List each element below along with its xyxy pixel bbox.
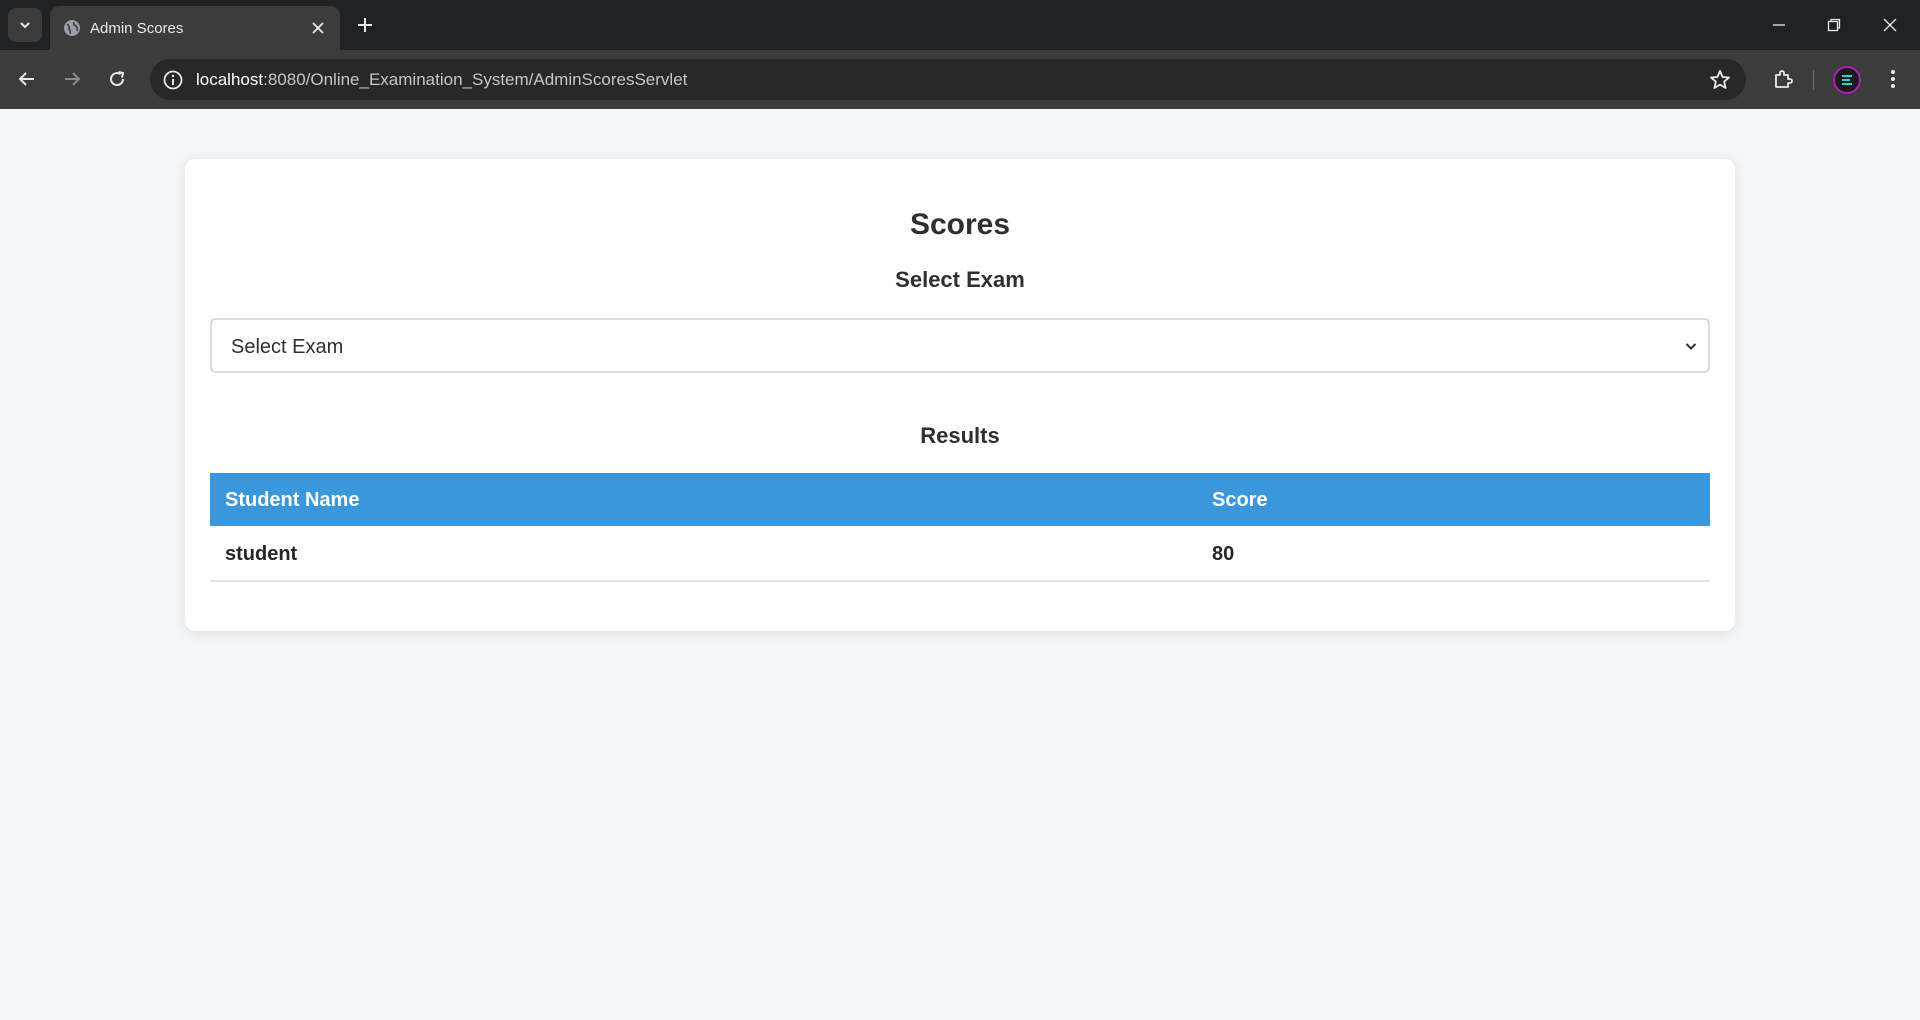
student-name-cell: student	[225, 543, 298, 565]
scores-card: Scores Select Exam Select Exam Results S…	[185, 159, 1735, 631]
close-window-button[interactable]	[1862, 0, 1918, 50]
close-icon	[1883, 18, 1897, 32]
results-heading: Results	[920, 423, 1000, 448]
new-tab-button[interactable]	[352, 12, 378, 38]
profile-icon	[1842, 75, 1852, 85]
profile-avatar[interactable]	[1833, 66, 1861, 94]
reload-icon	[110, 71, 125, 87]
chevron-down-icon	[1685, 343, 1697, 350]
close-tab-button[interactable]	[308, 18, 328, 38]
browser-tab[interactable]: Admin Scores	[50, 6, 340, 50]
close-icon	[312, 22, 324, 34]
results-table: Student Name Score student 80	[210, 473, 1710, 582]
restore-button[interactable]	[1806, 0, 1862, 50]
exam-select-value: Select Exam	[231, 336, 344, 358]
more-vertical-icon	[1891, 70, 1895, 88]
table-header: Student Name Score	[210, 473, 1710, 526]
puzzle-icon	[1775, 70, 1793, 88]
arrow-right-icon	[65, 72, 81, 86]
column-header-student-name: Student Name	[225, 489, 360, 511]
exam-select[interactable]: Select Exam	[210, 318, 1710, 373]
select-exam-heading: Select Exam	[895, 267, 1025, 292]
extensions-button[interactable]	[1768, 64, 1798, 94]
globe-icon	[64, 20, 80, 36]
chevron-down-icon	[20, 22, 30, 29]
toolbar-separator	[1813, 70, 1814, 90]
info-icon	[163, 70, 183, 90]
minimize-button[interactable]	[1751, 0, 1807, 50]
column-header-score: Score	[1212, 489, 1268, 511]
url-path: :8080/Online_Examination_System/AdminSco…	[263, 70, 688, 89]
browser-menu-button[interactable]	[1878, 64, 1908, 94]
browser-toolbar: localhost:8080/Online_Examination_System…	[0, 50, 1920, 109]
score-cell: 80	[1212, 543, 1235, 565]
reload-button[interactable]	[100, 62, 134, 96]
forward-button[interactable]	[55, 62, 89, 96]
minimize-icon	[1773, 24, 1785, 26]
browser-titlebar: Admin Scores	[0, 0, 1920, 50]
table-row: student 80	[210, 526, 1710, 582]
tab-search-button[interactable]	[8, 8, 42, 42]
star-icon[interactable]	[1708, 68, 1732, 92]
url-text: localhost:8080/Online_Examination_System…	[196, 70, 687, 90]
plus-icon	[358, 18, 372, 32]
url-host: localhost	[196, 70, 264, 89]
restore-icon	[1827, 18, 1841, 32]
page-title: Scores	[909, 208, 1011, 241]
back-button[interactable]	[10, 62, 44, 96]
arrow-left-icon	[18, 72, 34, 86]
tab-title: Admin Scores	[90, 20, 184, 37]
address-bar[interactable]: localhost:8080/Online_Examination_System…	[150, 59, 1746, 100]
